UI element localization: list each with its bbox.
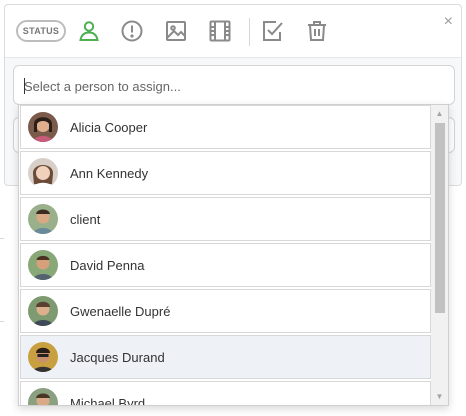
avatar bbox=[28, 296, 58, 326]
scrollbar[interactable]: ▲ ▼ bbox=[431, 105, 448, 405]
list-item[interactable]: Ann Kennedy bbox=[20, 151, 431, 195]
scroll-down-arrow-icon[interactable]: ▼ bbox=[431, 388, 448, 405]
person-name: Ann Kennedy bbox=[70, 165, 149, 181]
delete-button[interactable] bbox=[304, 18, 330, 44]
avatar bbox=[28, 158, 58, 188]
scroll-up-arrow-icon[interactable]: ▲ bbox=[431, 105, 448, 122]
avatar bbox=[28, 250, 58, 280]
assignee-dropdown: Alicia Cooper Ann Kennedy client David P… bbox=[18, 104, 449, 406]
background-divider bbox=[0, 238, 4, 239]
person-name: Alicia Cooper bbox=[70, 119, 148, 135]
background-divider bbox=[0, 321, 4, 322]
scrollbar-thumb[interactable] bbox=[435, 123, 445, 313]
text-caret bbox=[24, 78, 25, 94]
person-icon bbox=[79, 21, 99, 41]
toolbar: STATUS × bbox=[5, 5, 461, 58]
close-button[interactable]: × bbox=[444, 14, 453, 30]
person-name: David Penna bbox=[70, 257, 145, 273]
toolbar-divider bbox=[249, 18, 250, 46]
list-item[interactable]: David Penna bbox=[20, 243, 431, 287]
image-button[interactable] bbox=[163, 18, 189, 44]
avatar bbox=[28, 388, 58, 405]
trash-icon bbox=[308, 21, 326, 41]
list-item[interactable]: client bbox=[20, 197, 431, 241]
alert-button[interactable] bbox=[119, 18, 145, 44]
person-name: client bbox=[70, 211, 101, 227]
avatar bbox=[28, 112, 58, 142]
list-item[interactable]: Alicia Cooper bbox=[20, 105, 431, 149]
person-name: Gwenaelle Dupré bbox=[70, 303, 171, 319]
film-button[interactable] bbox=[207, 18, 233, 44]
assign-search-box[interactable] bbox=[13, 65, 455, 105]
avatar bbox=[28, 342, 58, 372]
list-item[interactable]: Michael Byrd bbox=[20, 381, 431, 405]
checkbox-icon bbox=[263, 21, 283, 41]
checklist-button[interactable] bbox=[260, 18, 286, 44]
assignee-list: Alicia Cooper Ann Kennedy client David P… bbox=[19, 105, 431, 405]
list-item[interactable]: Gwenaelle Dupré bbox=[20, 289, 431, 333]
avatar bbox=[28, 204, 58, 234]
person-name: Michael Byrd bbox=[70, 395, 146, 406]
list-item[interactable]: Jacques Durand bbox=[20, 335, 431, 379]
assign-person-button[interactable] bbox=[76, 18, 102, 44]
assign-search-input[interactable] bbox=[24, 76, 444, 96]
alert-circle-icon bbox=[121, 20, 143, 42]
status-button[interactable]: STATUS bbox=[16, 20, 66, 42]
person-name: Jacques Durand bbox=[70, 349, 165, 365]
image-icon bbox=[166, 21, 186, 41]
film-icon bbox=[209, 20, 231, 42]
